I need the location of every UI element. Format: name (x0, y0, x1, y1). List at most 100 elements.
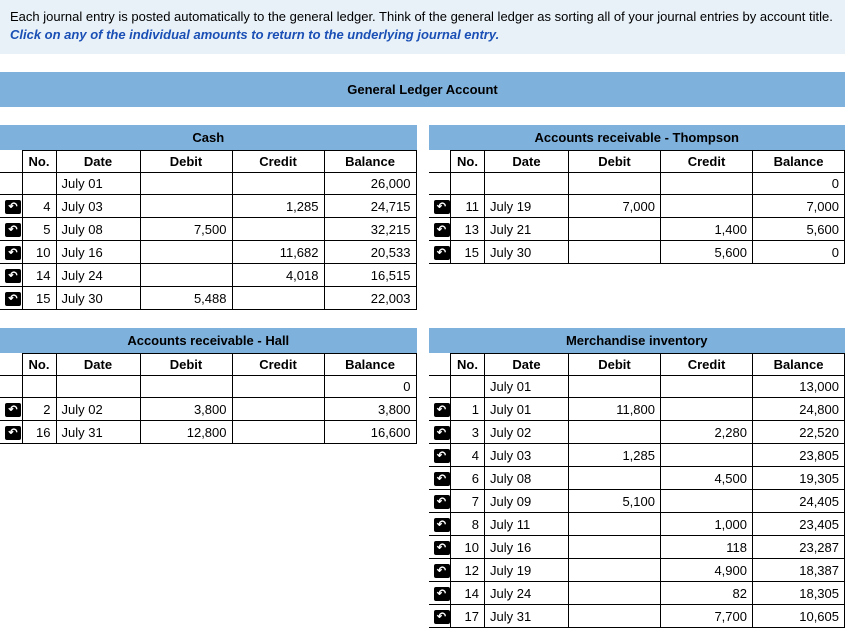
cell-balance[interactable]: 24,715 (324, 195, 416, 218)
col-header-debit: Debit (569, 151, 661, 173)
entry-link-icon[interactable]: ↶ (429, 241, 451, 264)
cell-debit[interactable]: 5,100 (569, 490, 661, 513)
cell-balance[interactable]: 22,520 (753, 421, 845, 444)
cell-balance: 0 (324, 376, 416, 398)
ledger-table: No.DateDebitCreditBalance0↶2July 023,800… (0, 353, 417, 444)
entry-link-icon[interactable]: ↶ (429, 605, 451, 628)
col-header-balance: Balance (753, 354, 845, 376)
cell-date: July 08 (56, 218, 140, 241)
cell-balance[interactable]: 23,405 (753, 513, 845, 536)
entry-link-icon[interactable]: ↶ (429, 195, 451, 218)
table-row: ↶13July 211,4005,600 (429, 218, 845, 241)
entry-link-icon[interactable]: ↶ (0, 195, 22, 218)
cell-credit[interactable]: 7,700 (661, 605, 753, 628)
cell-date: July 09 (485, 490, 569, 513)
entry-link-icon[interactable]: ↶ (429, 559, 451, 582)
cell-no: 14 (22, 264, 56, 287)
cell-balance[interactable]: 10,605 (753, 605, 845, 628)
cell-date: July 01 (56, 173, 140, 195)
table-row: ↶10July 1611823,287 (429, 536, 845, 559)
cell-debit[interactable]: 7,500 (140, 218, 232, 241)
entry-link-icon[interactable]: ↶ (429, 421, 451, 444)
cell-credit[interactable]: 1,000 (661, 513, 753, 536)
cell-no: 4 (451, 444, 485, 467)
cell-balance[interactable]: 18,305 (753, 582, 845, 605)
cell-credit[interactable]: 11,682 (232, 241, 324, 264)
cell-balance[interactable]: 23,805 (753, 444, 845, 467)
table-row: ↶4July 031,285 23,805 (429, 444, 845, 467)
entry-link-empty (0, 173, 22, 195)
table-row: ↶2July 023,8003,800 (0, 398, 416, 421)
entry-link-icon[interactable]: ↶ (429, 582, 451, 605)
cell-date: July 16 (485, 536, 569, 559)
cell-credit[interactable]: 4,018 (232, 264, 324, 287)
cell-debit[interactable]: 7,000 (569, 195, 661, 218)
cell-credit[interactable]: 1,400 (661, 218, 753, 241)
cell-balance[interactable]: 16,600 (324, 421, 416, 444)
cell-balance[interactable]: 24,800 (753, 398, 845, 421)
entry-link-icon[interactable]: ↶ (0, 264, 22, 287)
col-header-debit: Debit (140, 354, 232, 376)
table-row: ↶10July 1611,68220,533 (0, 241, 416, 264)
entry-link-icon[interactable]: ↶ (429, 513, 451, 536)
cell-credit[interactable]: 1,285 (232, 195, 324, 218)
back-arrow-icon: ↶ (5, 269, 21, 283)
cell-date: July 08 (485, 467, 569, 490)
cell-debit (569, 218, 661, 241)
entry-link-icon[interactable]: ↶ (0, 218, 22, 241)
cell-balance[interactable]: 16,515 (324, 264, 416, 287)
table-row: ↶7July 095,10024,405 (429, 490, 845, 513)
table-row: 0 (0, 376, 416, 398)
col-header-date: Date (485, 354, 569, 376)
cell-date: July 03 (485, 444, 569, 467)
cell-credit[interactable]: 2,280 (661, 421, 753, 444)
back-arrow-icon: ↶ (5, 200, 21, 214)
entry-link-icon[interactable]: ↶ (0, 421, 22, 444)
cell-balance[interactable]: 24,405 (753, 490, 845, 513)
entry-link-icon[interactable]: ↶ (429, 398, 451, 421)
ledger-table: No.DateDebitCreditBalanceJuly 0126,000↶4… (0, 150, 417, 310)
cell-debit[interactable]: 1,285 (569, 444, 661, 467)
cell-no: 14 (451, 582, 485, 605)
cell-credit[interactable]: 5,600 (661, 241, 753, 264)
cell-debit (140, 195, 232, 218)
cell-credit[interactable]: 4,900 (661, 559, 753, 582)
entry-link-icon[interactable]: ↶ (0, 287, 22, 310)
cell-balance[interactable]: 5,600 (753, 218, 845, 241)
cell-balance[interactable]: 22,003 (324, 287, 416, 310)
cell-balance[interactable]: 23,287 (753, 536, 845, 559)
ledger-block: Merchandise inventoryNo.DateDebitCreditB… (423, 328, 845, 628)
cell-no: 3 (451, 421, 485, 444)
table-row: ↶5July 087,50032,215 (0, 218, 416, 241)
ledger-table: No.DateDebitCreditBalance0↶11July 197,00… (429, 150, 845, 264)
ledger-title: Accounts receivable - Thompson (429, 125, 845, 150)
cell-credit[interactable]: 82 (661, 582, 753, 605)
cell-balance: 26,000 (324, 173, 416, 195)
cell-debit[interactable]: 3,800 (140, 398, 232, 421)
cell-balance[interactable]: 7,000 (753, 195, 845, 218)
col-header-icon (429, 151, 451, 173)
table-row: ↶17July 317,70010,605 (429, 605, 845, 628)
cell-credit (661, 398, 753, 421)
cell-balance[interactable]: 18,387 (753, 559, 845, 582)
cell-balance[interactable]: 20,533 (324, 241, 416, 264)
cell-balance[interactable]: 3,800 (324, 398, 416, 421)
cell-debit[interactable]: 5,488 (140, 287, 232, 310)
entry-link-icon[interactable]: ↶ (429, 467, 451, 490)
cell-debit[interactable]: 11,800 (569, 398, 661, 421)
entry-link-icon[interactable]: ↶ (429, 218, 451, 241)
entry-link-icon[interactable]: ↶ (429, 490, 451, 513)
cell-credit[interactable]: 4,500 (661, 467, 753, 490)
entry-link-icon[interactable]: ↶ (0, 398, 22, 421)
cell-balance[interactable]: 0 (753, 241, 845, 264)
entry-link-icon[interactable]: ↶ (0, 241, 22, 264)
cell-credit (232, 376, 324, 398)
cell-credit[interactable]: 118 (661, 536, 753, 559)
entry-link-icon[interactable]: ↶ (429, 536, 451, 559)
back-arrow-icon: ↶ (434, 518, 450, 532)
cell-debit[interactable]: 12,800 (140, 421, 232, 444)
cell-balance[interactable]: 19,305 (753, 467, 845, 490)
cell-no: 10 (22, 241, 56, 264)
cell-balance[interactable]: 32,215 (324, 218, 416, 241)
entry-link-icon[interactable]: ↶ (429, 444, 451, 467)
